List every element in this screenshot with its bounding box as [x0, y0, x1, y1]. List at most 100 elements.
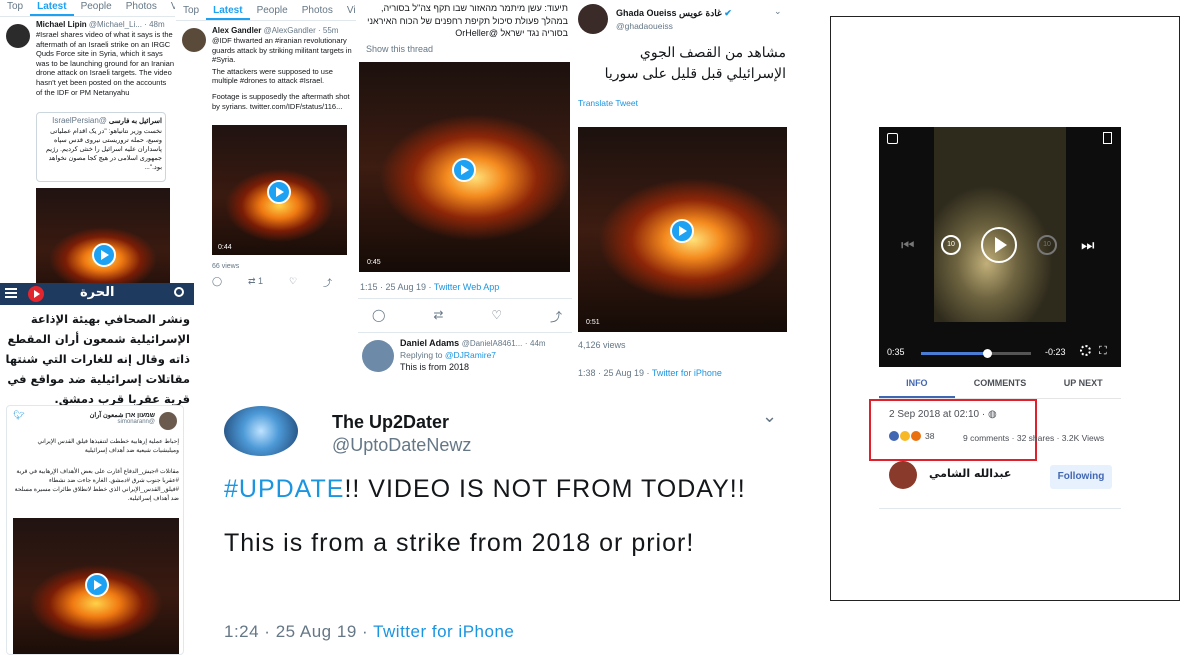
video-thumbnail[interactable]: 0:44	[212, 125, 347, 255]
tweet-timestamp: 1:24 · 25 Aug 19 ·	[224, 622, 374, 641]
video-duration: 0:45	[367, 259, 381, 266]
post-date: 2 Sep 2018 at 02:10 · ◍	[889, 409, 997, 420]
reply-icon[interactable]: ◯	[372, 308, 385, 325]
tab-people[interactable]: People	[74, 0, 119, 16]
author-name-arabic[interactable]: غادة عويس	[679, 8, 722, 18]
like-icon[interactable]: ♡	[289, 276, 297, 289]
like-icon[interactable]: ♡	[491, 308, 502, 325]
settings-icon[interactable]	[1080, 345, 1091, 356]
reactions[interactable]: 38	[889, 431, 934, 441]
comments-count[interactable]: 9 comments	[963, 433, 1009, 443]
panel-hebrew-tweet: תיעוד: עשן מיתמר מהאזור שבו תקף צה"ל בסו…	[358, 0, 572, 380]
author-handle[interactable]: @ghadaoueiss	[616, 21, 786, 31]
verified-icon: ✔	[724, 8, 732, 18]
pip-icon[interactable]	[887, 133, 898, 144]
page-avatar[interactable]	[889, 461, 917, 489]
video-thumbnail[interactable]: 0:51	[578, 127, 787, 332]
tweet-timestamp: 1:15 · 25 Aug 19 ·	[360, 282, 434, 292]
play-icon[interactable]	[981, 227, 1017, 263]
author-name[interactable]: Ghada Oueiss	[616, 8, 677, 18]
forward-10-icon[interactable]: 10	[1037, 235, 1057, 255]
avatar[interactable]	[6, 24, 30, 48]
progress-handle[interactable]	[983, 349, 992, 358]
play-icon[interactable]	[92, 243, 116, 267]
avatar[interactable]	[182, 28, 206, 52]
tweet-source[interactable]: Twitter for iPhone	[652, 368, 722, 378]
following-button[interactable]: Following	[1050, 465, 1112, 489]
video-tabs: INFO COMMENTS UP NEXT	[879, 367, 1121, 399]
tweet-body-1: @IDF thwarted an #iranian revolutionary …	[212, 36, 352, 65]
rewind-10-icon[interactable]: 10	[941, 235, 961, 255]
play-icon[interactable]	[267, 180, 291, 204]
tab-videos[interactable]: Videos	[340, 4, 356, 20]
embedded-tweet[interactable]: 🐦︎ שמעון ארן شمعون آران @simonarann إحبا…	[6, 405, 184, 655]
play-icon[interactable]	[670, 219, 694, 243]
author-name[interactable]: The Up2Dater	[332, 412, 471, 433]
bookmark-icon[interactable]	[1103, 132, 1112, 144]
tweet-body-arabic: مشاهد من القصف الجوي الإسرائيلي قبل قليل…	[604, 44, 786, 81]
live-icon[interactable]	[28, 286, 44, 302]
video-thumbnail[interactable]	[13, 518, 179, 654]
menu-icon[interactable]	[5, 288, 17, 298]
play-icon[interactable]	[85, 573, 109, 597]
views-count: 66 views	[212, 263, 240, 270]
tweet-source[interactable]: Twitter Web App	[434, 282, 499, 292]
author-handle[interactable]: @Michael_Li...	[89, 20, 142, 29]
reply-icon[interactable]: ◯	[212, 276, 222, 289]
play-icon[interactable]	[452, 158, 476, 182]
avatar[interactable]	[362, 340, 394, 372]
previous-icon[interactable]: ⏮︎	[901, 237, 915, 254]
tab-people[interactable]: People	[250, 4, 295, 20]
avatar[interactable]	[578, 4, 608, 34]
panel-up2dater: The Up2Dater @UptoDateNewz ⌄ #UPDATE!! V…	[206, 388, 796, 655]
tab-top[interactable]: Top	[176, 4, 206, 20]
page-name[interactable]: عبدالله الشامي	[929, 467, 1011, 480]
author-handle[interactable]: @AlexGandler	[264, 26, 316, 35]
chevron-down-icon[interactable]: ⌄	[762, 406, 777, 427]
show-thread-link[interactable]: Show this thread	[366, 44, 433, 54]
alhurra-logo[interactable]: الحرة	[80, 285, 114, 300]
tab-photos[interactable]: Photos	[295, 4, 340, 20]
video-player[interactable]: ⏮︎ 10 10 ⏭︎ 0:35 -0:23 ⛶	[879, 127, 1121, 367]
embed-body-2: مقاتلات #جيش_الدفاع أغارت على بعض الأهدا…	[14, 469, 179, 502]
tweet-source[interactable]: Twitter for iPhone	[373, 622, 514, 641]
tab-info[interactable]: INFO	[879, 367, 955, 398]
share-icon[interactable]: ⤴	[323, 276, 332, 289]
chevron-down-icon[interactable]: ⌄	[774, 6, 782, 17]
tab-top[interactable]: Top	[0, 0, 30, 16]
author-handle[interactable]: @UptoDateNewz	[332, 435, 471, 456]
share-icon[interactable]: ⤴	[550, 308, 562, 325]
quoted-tweet[interactable]: اسرائیل به فارسی @IsraelPersian نخست وزی…	[36, 112, 166, 182]
next-icon[interactable]: ⏭︎	[1081, 237, 1095, 254]
translate-tweet-link[interactable]: Translate Tweet	[578, 98, 638, 108]
avatar[interactable]	[159, 412, 177, 430]
tab-latest[interactable]: Latest	[206, 4, 250, 20]
globe-icon: ◍	[987, 409, 997, 420]
tab-latest[interactable]: Latest	[30, 0, 74, 16]
tab-comments[interactable]: COMMENTS	[955, 367, 1046, 398]
retweet-icon[interactable]: ⇄	[433, 308, 443, 325]
reply-author-handle[interactable]: @DanielA8461...	[462, 339, 523, 348]
search-icon[interactable]	[174, 287, 184, 297]
tweet-body-2: The attackers were supposed to use multi…	[212, 66, 333, 86]
author-name[interactable]: Alex Gandler	[212, 26, 261, 35]
reply-author-name[interactable]: Daniel Adams	[400, 338, 459, 348]
avatar[interactable]	[224, 406, 298, 456]
tab-photos[interactable]: Photos	[119, 0, 164, 16]
tweet-time: 55m	[322, 26, 339, 35]
embed-author-handle[interactable]: @simonarann	[27, 419, 155, 425]
panel-alhurra-article: الحرة ونشر الصحافي بهيئة الإذاعة الإسرائ…	[0, 283, 194, 655]
video-thumbnail[interactable]	[36, 188, 170, 283]
hashtag-update[interactable]: #UPDATE	[224, 475, 344, 503]
author-name[interactable]: Michael Lipin	[36, 20, 87, 29]
tab-up-next[interactable]: UP NEXT	[1045, 367, 1121, 398]
video-thumbnail[interactable]: 0:45	[359, 62, 570, 272]
fullscreen-icon[interactable]: ⛶	[1099, 345, 1107, 358]
shares-count[interactable]: 32 shares	[1017, 433, 1054, 443]
retweet-icon[interactable]: ⇄ 1	[248, 276, 263, 289]
reply-body: This is from 2018	[400, 362, 470, 372]
replying-to-handle[interactable]: @DJRamire7	[445, 350, 496, 360]
progress-track[interactable]	[921, 349, 1031, 358]
tab-videos[interactable]: Videos	[164, 0, 175, 16]
embed-author-name[interactable]: שמעון ארן شمعون آران	[27, 411, 155, 419]
